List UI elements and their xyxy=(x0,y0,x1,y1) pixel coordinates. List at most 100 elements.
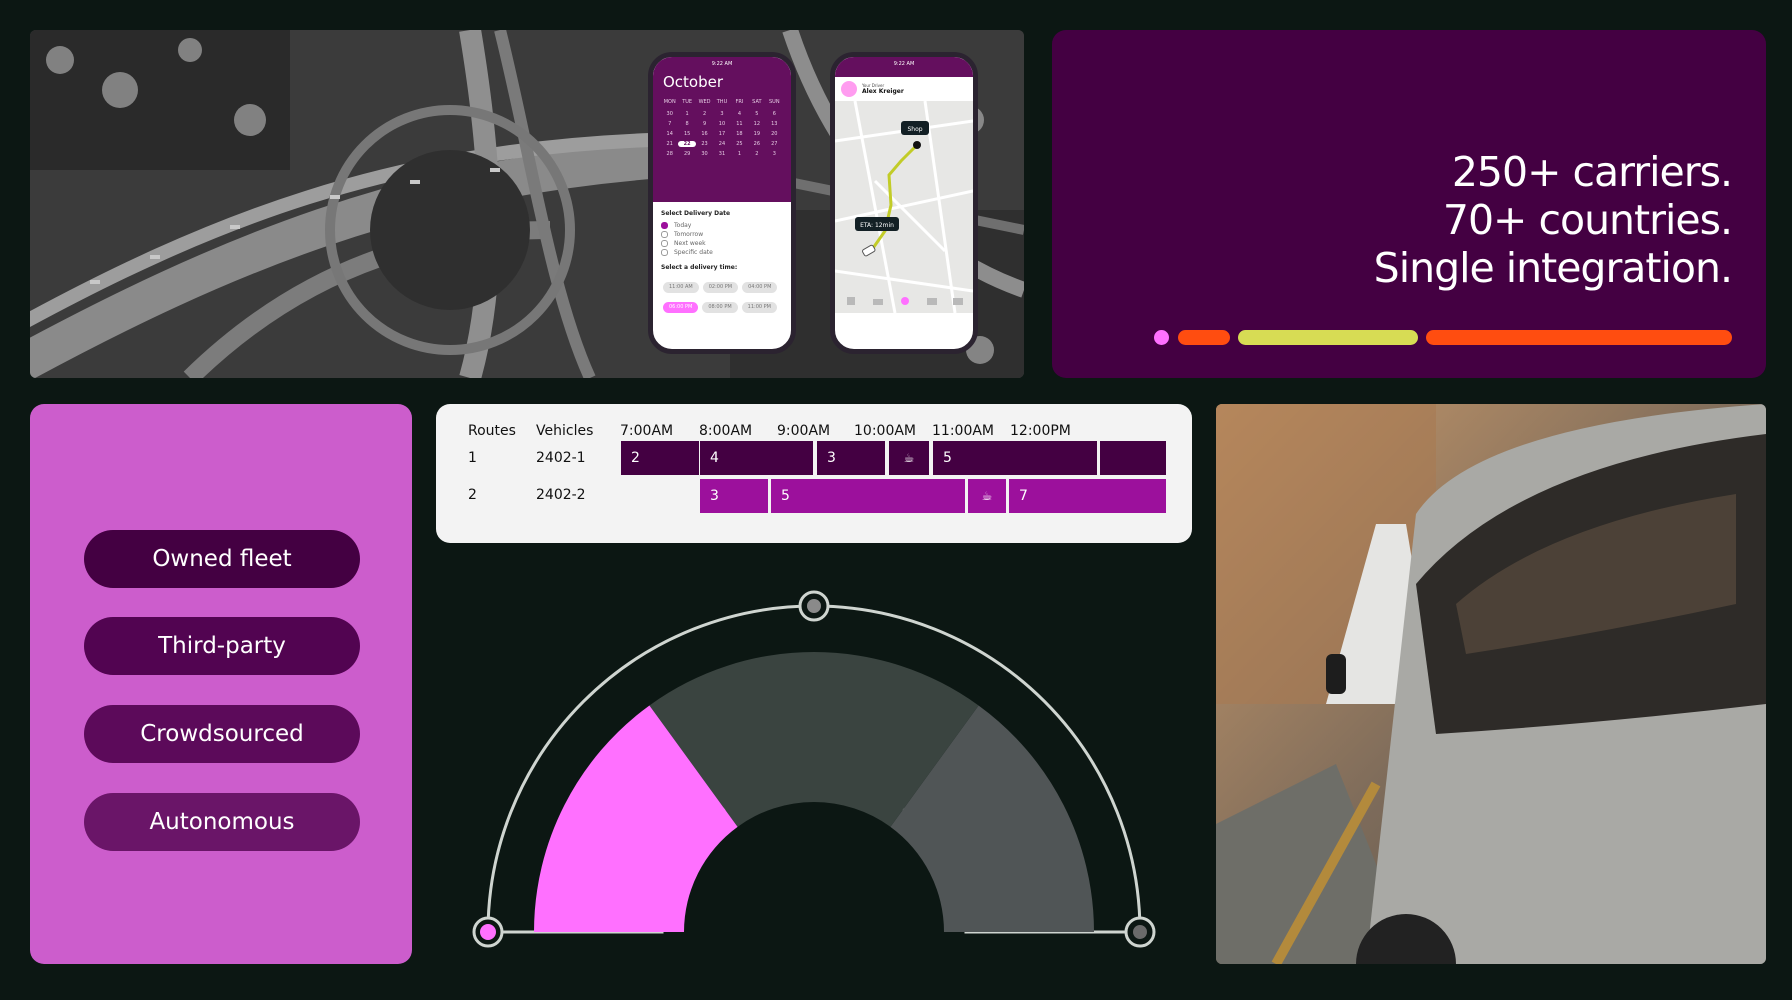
menu-icon[interactable] xyxy=(953,298,963,305)
fleet-autonomous-button[interactable]: Autonomous xyxy=(84,793,360,851)
calendar-day[interactable]: 10 xyxy=(713,121,730,127)
time-header: 11:00AM xyxy=(932,423,995,439)
calendar-day[interactable]: 18 xyxy=(731,131,748,137)
calendar-day[interactable]: 3 xyxy=(766,151,783,157)
coffee-icon: ☕ xyxy=(903,451,915,465)
delivery-option[interactable]: Next week xyxy=(661,240,783,247)
calendar-phone: 9:22 AM October MON TUE WED THU FRI SAT SUN 30… xyxy=(648,52,796,354)
calendar-day[interactable]: 14 xyxy=(661,131,678,137)
delivery-sheet: Select Delivery Date Today Tomorrow Next w… xyxy=(653,202,791,323)
schedule-block[interactable]: 5 xyxy=(933,441,1097,475)
day-grid: 30 1 2 3 4 5 6 7 8 9 10 11 12 13 14 15 16 17 18 19 20 21 22 23 2… xyxy=(661,111,783,157)
time-title: Select a delivery time: xyxy=(661,264,738,271)
calendar-day[interactable]: 25 xyxy=(731,141,748,147)
fleet-crowdsourced-button[interactable]: Crowdsourced xyxy=(84,705,360,763)
fleet-types-panel: Owned fleet Third-party Crowdsourced Aut… xyxy=(30,404,412,964)
time-slot[interactable]: 11:00 PM xyxy=(741,302,777,313)
calendar-day[interactable]: 7 xyxy=(661,121,678,127)
time-slot[interactable]: 04:00 PM xyxy=(742,282,778,293)
weekday-label: SUN xyxy=(768,99,780,105)
radio-icon xyxy=(661,222,668,229)
calendar-day[interactable]: 8 xyxy=(678,121,695,127)
driver-name: Alex Kreiger xyxy=(862,88,904,95)
routes-header: Routes xyxy=(468,423,516,439)
calendar-header: 9:22 AM October MON TUE WED THU FRI SAT SUN 30… xyxy=(653,57,791,202)
schedule-block[interactable]: 3 xyxy=(817,441,885,475)
time-header: 9:00AM xyxy=(777,423,831,439)
schedule-block-empty[interactable] xyxy=(1100,441,1166,475)
delivery-option[interactable]: Tomorrow xyxy=(661,231,783,238)
calendar-day[interactable]: 28 xyxy=(661,151,678,157)
calendar-day[interactable]: 13 xyxy=(766,121,783,127)
calendar-day[interactable]: 21 xyxy=(661,141,678,147)
car-icon[interactable] xyxy=(873,299,883,305)
schedule-block[interactable]: 4 xyxy=(700,441,813,475)
break-block[interactable]: ☕ xyxy=(889,441,929,475)
calendar-day[interactable]: 17 xyxy=(713,131,730,137)
headline-line-3: Single integration. xyxy=(1373,244,1733,292)
break-block[interactable]: ☕ xyxy=(968,479,1006,513)
progress-segment-2 xyxy=(1238,330,1418,345)
van-illustration xyxy=(1216,404,1766,964)
calendar-day[interactable]: 23 xyxy=(696,141,713,147)
location-icon[interactable] xyxy=(901,297,909,305)
delivery-options: Today Tomorrow Next week Specific date xyxy=(661,222,783,256)
radio-icon xyxy=(661,249,668,256)
bag-icon[interactable] xyxy=(847,297,855,305)
route-map[interactable]: Shop ETA: 12min xyxy=(835,101,973,313)
fleet-third-party-button[interactable]: Third-party xyxy=(84,617,360,675)
time-slot[interactable]: 02:00 PM xyxy=(702,282,739,293)
calendar-day[interactable]: 11 xyxy=(731,121,748,127)
gauge-start-handle-dot xyxy=(480,924,496,940)
van-icon xyxy=(862,244,876,257)
calendar-day[interactable]: 1 xyxy=(731,151,748,157)
van-street-photo xyxy=(1216,404,1766,964)
calendar-day[interactable]: 22 xyxy=(678,141,696,147)
schedule-block[interactable]: 2 xyxy=(621,441,699,475)
calendar-day[interactable]: 29 xyxy=(678,151,695,157)
calendar-day[interactable]: 30 xyxy=(661,111,678,117)
calendar-day[interactable]: 30 xyxy=(696,151,713,157)
schedule-block[interactable]: 5 xyxy=(771,479,965,513)
time-slots: 11:00 AM 02:00 PM 04:00 PM 06:00 PM 08:00 PM… xyxy=(661,275,783,315)
status-time: 9:22 AM xyxy=(893,61,915,67)
time-header: 7:00AM xyxy=(620,423,674,439)
calendar-day[interactable]: 19 xyxy=(748,131,765,137)
calendar-day[interactable]: 27 xyxy=(766,141,783,147)
calendar-day[interactable]: 2 xyxy=(696,111,713,117)
calendar-day[interactable]: 9 xyxy=(696,121,713,127)
schedule-block[interactable]: 7 xyxy=(1009,479,1166,513)
shop-pin-icon xyxy=(913,141,921,149)
calendar-day[interactable]: 6 xyxy=(766,111,783,117)
time-slot[interactable]: 11:00 AM xyxy=(663,282,699,293)
vehicle-id: 2402-1 xyxy=(536,450,586,466)
shop-label: Shop xyxy=(907,126,922,133)
calendar-day[interactable]: 12 xyxy=(748,121,765,127)
calendar-day[interactable]: 4 xyxy=(731,111,748,117)
radio-icon xyxy=(661,240,668,247)
status-time: 9:22 AM xyxy=(711,61,733,67)
calendar-day[interactable]: 2 xyxy=(748,151,765,157)
calendar-day[interactable]: 16 xyxy=(696,131,713,137)
schedule-block[interactable]: 3 xyxy=(700,479,768,513)
headline-line-2: 70+ countries. xyxy=(1442,196,1733,244)
map-status-bar: 9:22 AM xyxy=(835,57,973,77)
fleet-owned-button[interactable]: Owned fleet xyxy=(84,530,360,588)
delivery-option[interactable]: Specific date xyxy=(661,249,783,256)
delivery-option[interactable]: Today xyxy=(661,222,783,229)
calendar-day[interactable]: 5 xyxy=(748,111,765,117)
calendar-day[interactable]: 26 xyxy=(748,141,765,147)
calendar-day[interactable]: 3 xyxy=(713,111,730,117)
calendar-day[interactable]: 15 xyxy=(678,131,695,137)
weekday-label: TUE xyxy=(682,99,693,105)
driver-card[interactable]: Your Driver Alex Kreiger xyxy=(835,77,973,101)
mail-icon[interactable] xyxy=(927,298,937,305)
sheet-title: Select Delivery Date xyxy=(661,210,731,217)
weekday-label: WED xyxy=(698,99,711,105)
time-slot[interactable]: 08:00 PM xyxy=(702,302,738,313)
calendar-day[interactable]: 20 xyxy=(766,131,783,137)
calendar-day[interactable]: 31 xyxy=(713,151,730,157)
time-slot[interactable]: 06:00 PM xyxy=(663,302,699,313)
calendar-day[interactable]: 1 xyxy=(678,111,695,117)
calendar-day[interactable]: 24 xyxy=(713,141,730,147)
